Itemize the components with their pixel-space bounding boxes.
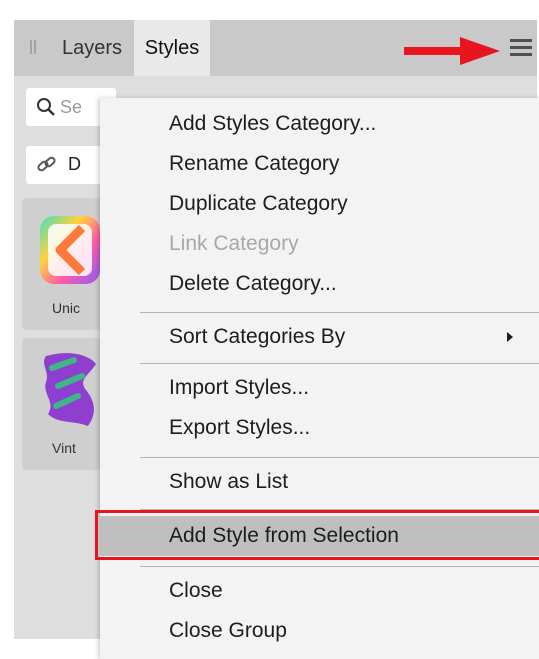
category-selector-label: D [68, 154, 81, 174]
menu-item-rename-category[interactable]: Rename Category [100, 144, 539, 184]
tab-layers[interactable]: Layers [62, 20, 132, 76]
menu-item-duplicate-category[interactable]: Duplicate Category [100, 184, 539, 224]
menu-separator [140, 457, 539, 458]
unicorn-style-preview [40, 216, 100, 284]
menu-item-add-style-from-selection[interactable]: Add Style from Selection [95, 510, 539, 560]
menu-item-show-as-list[interactable]: Show as List [100, 462, 539, 502]
submenu-arrow-icon [507, 332, 513, 342]
menu-separator [140, 363, 539, 364]
tab-styles[interactable]: Styles [134, 20, 210, 76]
menu-item-close[interactable]: Close [100, 571, 539, 611]
menu-item-add-styles-category[interactable]: Add Styles Category... [100, 104, 539, 144]
grip-icon[interactable] [30, 40, 38, 54]
menu-separator [140, 509, 539, 510]
menu-item-sort-categories-by[interactable]: Sort Categories By [100, 317, 539, 357]
style-thumbnail[interactable]: Vint [22, 338, 112, 470]
menu-separator [140, 566, 539, 567]
menu-item-export-styles[interactable]: Export Styles... [100, 408, 539, 448]
menu-item-add-style-from-selection-label: Add Style from Selection [169, 524, 399, 547]
search-input[interactable] [60, 96, 100, 118]
vintage-style-preview [44, 353, 96, 426]
menu-item-sort-categories-label: Sort Categories By [169, 325, 346, 348]
styles-panel-menu: Add Styles Category... Rename Category D… [95, 98, 539, 659]
panel-tab-bar: Layers Styles [14, 20, 537, 76]
style-label: Vint [52, 440, 76, 456]
link-icon [37, 156, 56, 172]
hamburger-menu-icon[interactable] [510, 39, 532, 57]
menu-separator [140, 312, 539, 313]
red-arrow-icon [404, 37, 500, 65]
menu-item-delete-category[interactable]: Delete Category... [100, 264, 539, 304]
search-icon [37, 98, 55, 116]
style-label: Unic [52, 300, 81, 316]
menu-item-close-group[interactable]: Close Group [100, 611, 539, 651]
menu-item-link-category: Link Category [169, 232, 299, 255]
style-thumbnail[interactable]: Unic [22, 198, 112, 330]
styles-panel: Layers Styles D [14, 20, 539, 659]
menu-item-import-styles[interactable]: Import Styles... [100, 368, 539, 408]
